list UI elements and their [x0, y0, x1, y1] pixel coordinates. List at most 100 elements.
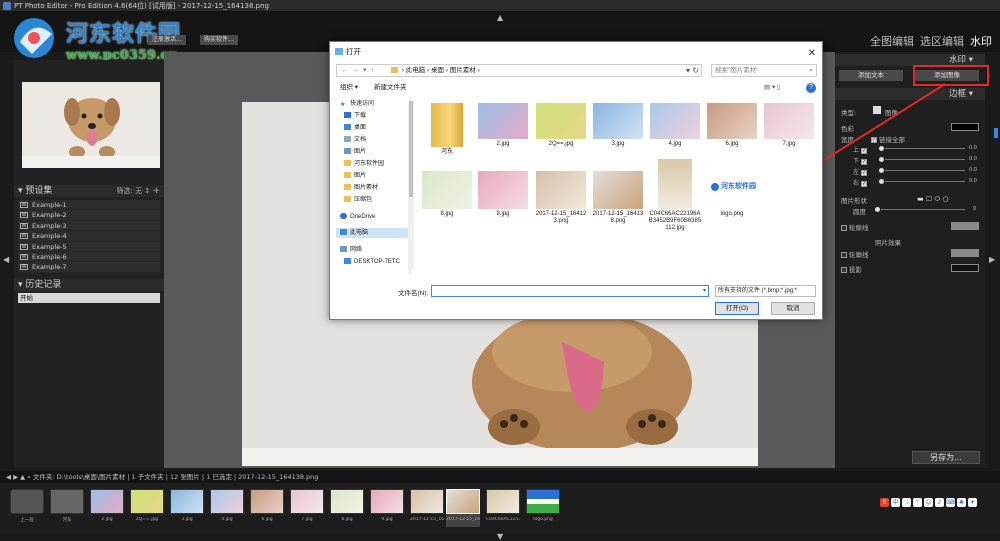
chevron-down-icon[interactable]: ▾: [703, 286, 706, 296]
presets-filter[interactable]: 筛选: 无 ↕: [117, 187, 151, 195]
collapse-left-icon[interactable]: ◀: [3, 255, 9, 264]
film-item-selected[interactable]: 2017-12-15_16...: [446, 489, 480, 527]
filename-input[interactable]: ▾: [431, 285, 709, 297]
file-item[interactable]: 2017-12-15_164123.png: [534, 171, 588, 225]
ime-emoji-icon[interactable]: ☺: [924, 497, 933, 507]
outline2-color-swatch[interactable]: [951, 249, 979, 257]
ime-punct-icon[interactable]: °: [913, 497, 922, 507]
border-color-swatch[interactable]: [951, 123, 979, 131]
ime-tools-icon[interactable]: ✦: [968, 497, 977, 507]
add-preset-button[interactable]: +: [152, 186, 160, 196]
history-item[interactable]: 开始: [18, 293, 160, 303]
cancel-button[interactable]: 取消: [771, 302, 815, 315]
outline-checkbox[interactable]: 轮廓线: [841, 222, 869, 232]
list-item[interactable]: W Example-4: [18, 231, 160, 242]
file-thumb: [707, 103, 757, 139]
file-item[interactable]: 6.jpg: [705, 103, 759, 148]
shadow-checkbox[interactable]: 投影: [841, 264, 862, 274]
nav-folder[interactable]: 河东软件园: [344, 159, 384, 169]
organize-button[interactable]: 组织 ▾: [340, 82, 358, 94]
collapse-bottom-icon[interactable]: ▼: [497, 532, 503, 541]
list-item[interactable]: W Example-1: [18, 200, 160, 211]
nav-scrollbar[interactable]: [408, 101, 414, 271]
film-item[interactable]: 2017-12-15_16...: [410, 489, 444, 527]
film-item-up[interactable]: 上一层: [10, 489, 44, 527]
film-label: 3.jpg: [181, 517, 193, 522]
file-item[interactable]: 3.jpg: [591, 103, 645, 148]
search-input[interactable]: 搜索"图片素材" ⌕: [711, 64, 817, 77]
film-item[interactable]: 河东: [50, 489, 84, 527]
list-item[interactable]: W Example-7: [18, 262, 160, 273]
file-item[interactable]: 河东软件园 logo.png: [705, 171, 759, 218]
nav-desktop[interactable]: 桌面: [344, 123, 366, 133]
list-item[interactable]: W Example-6: [18, 251, 160, 263]
list-item[interactable]: W Example-3: [18, 220, 160, 232]
close-icon[interactable]: ✕: [808, 44, 816, 64]
file-item[interactable]: 9.jpg: [476, 171, 530, 218]
filetype-select[interactable]: 所有支持的文件 (*.bmp;*.jpg;*: [715, 285, 816, 297]
nav-this-pc[interactable]: 此电脑: [336, 228, 408, 238]
outline2-checkbox[interactable]: 轮廓线: [841, 249, 869, 259]
ime-mic-icon[interactable]: ♪: [935, 497, 944, 507]
ime-keyboard-icon[interactable]: ⌨: [946, 497, 955, 507]
shadow-color-swatch[interactable]: [951, 264, 979, 272]
film-item[interactable]: 9.jpg: [370, 489, 404, 527]
nav-downloads[interactable]: 下载: [344, 111, 366, 121]
film-item[interactable]: 4.jpg: [210, 489, 244, 527]
buy-button[interactable]: 购买软件...: [200, 35, 238, 45]
list-item[interactable]: W Example-2: [18, 210, 160, 221]
new-folder-button[interactable]: 新建文件夹: [374, 82, 407, 94]
tab-full-edit[interactable]: 全图编辑: [870, 33, 914, 49]
ime-zh-icon[interactable]: 中: [891, 497, 900, 507]
address-bar[interactable]: ←→▾↑ › 此电脑 › 桌面 › 图片素材 › ▾ ↻: [336, 64, 702, 77]
sogou-icon[interactable]: S: [880, 497, 889, 507]
scroll-grip[interactable]: [409, 101, 413, 197]
film-item[interactable]: 2.jpg: [90, 489, 124, 527]
film-item[interactable]: 8.jpg: [330, 489, 364, 527]
tab-selection-edit[interactable]: 选区编辑: [920, 33, 964, 49]
film-item[interactable]: 2Q==.jpg: [130, 489, 164, 527]
help-icon[interactable]: ?: [806, 83, 816, 93]
radius-value: 0: [973, 206, 977, 212]
ime-moon-icon[interactable]: ☽: [902, 497, 911, 507]
nav-folder[interactable]: 图片素材: [344, 183, 378, 193]
nav-onedrive[interactable]: OneDrive: [340, 212, 375, 222]
film-item[interactable]: 3.jpg: [170, 489, 204, 527]
film-item[interactable]: C04C66AC2217...: [486, 489, 520, 527]
outline-color-swatch[interactable]: [951, 222, 979, 230]
nav-desktop-pc[interactable]: DESKTOP-7ETC: [344, 257, 400, 267]
register-button[interactable]: 注册激活...: [148, 35, 186, 45]
history-header[interactable]: ▾ 历史记录: [14, 279, 164, 291]
refresh-icon[interactable]: ▾ ↻: [686, 65, 699, 76]
file-item[interactable]: C04C66AC22196AB3452B9F60B6385112.jpg: [648, 159, 702, 232]
nav-pictures[interactable]: 图片: [344, 147, 366, 157]
save-as-button[interactable]: 另存为...: [912, 451, 980, 464]
presets-header[interactable]: ▾ 预设集 筛选: 无 ↕ +: [14, 185, 164, 197]
film-item[interactable]: 7.jpg: [290, 489, 324, 527]
ime-skin-icon[interactable]: ♣: [957, 497, 966, 507]
file-item[interactable]: 2017-12-15_164138.png: [591, 171, 645, 225]
view-options-icon[interactable]: ▤ ▾ ▯: [764, 82, 781, 94]
file-item[interactable]: 2.jpg: [476, 103, 530, 148]
collapse-top-icon[interactable]: ▲: [497, 13, 503, 22]
open-button[interactable]: 打开(O): [715, 302, 759, 315]
film-item[interactable]: 6.jpg: [250, 489, 284, 527]
file-item[interactable]: 8.jpg: [420, 171, 474, 218]
tab-watermark[interactable]: 水印: [970, 33, 992, 49]
nav-folder[interactable]: 压缩包: [344, 195, 372, 205]
nav-arrows-icon[interactable]: ◀ ▶ ▲ ⌕: [6, 473, 33, 481]
file-item[interactable]: 7.jpg: [762, 103, 816, 148]
nav-documents[interactable]: 文档: [344, 135, 366, 145]
file-item[interactable]: 河东: [420, 103, 474, 156]
film-label: logo.png: [533, 517, 553, 522]
list-item[interactable]: W Example-5: [18, 241, 160, 252]
file-item[interactable]: 2Q==.jpg: [534, 103, 588, 148]
right-scroll-tab[interactable]: [994, 128, 998, 138]
file-item[interactable]: 4.jpg: [648, 103, 702, 148]
nav-folder[interactable]: 图片: [344, 171, 366, 181]
collapse-right-icon[interactable]: ▶: [989, 255, 995, 264]
film-item[interactable]: logo.png: [526, 489, 560, 527]
nav-network[interactable]: 网络: [340, 245, 362, 255]
nav-quick-access[interactable]: ★ 快速访问: [340, 99, 374, 109]
nav-buttons-icon[interactable]: ←→▾↑: [341, 65, 378, 76]
